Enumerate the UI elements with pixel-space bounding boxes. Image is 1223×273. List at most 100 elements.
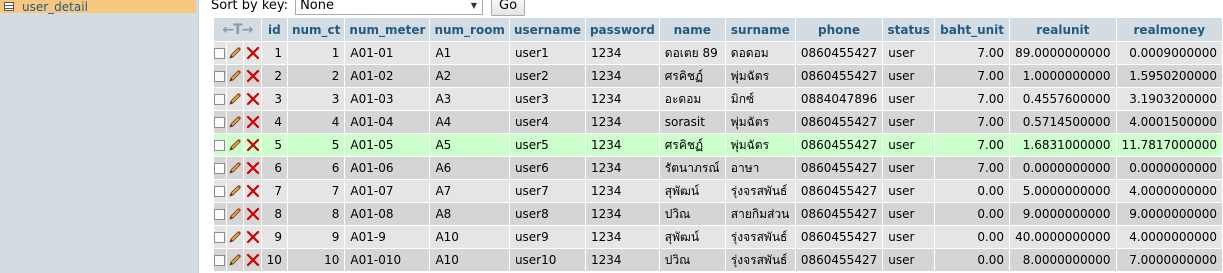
cell-realmoney: 11.7817000000 (1116, 134, 1222, 156)
row-checkbox[interactable] (214, 163, 226, 174)
cell-baht-unit: 0.00 (935, 249, 1010, 271)
table-row[interactable]: 7 7 A01-07 A7 user7 1234 สุพัฒน์ รุ่งจรสพันธ์ 08… (214, 180, 1222, 202)
cell-realunit: 8.0000000000 (1010, 249, 1116, 271)
delete-x-icon[interactable] (245, 68, 261, 84)
table-icon (4, 2, 14, 11)
pencil-edit-icon[interactable] (227, 183, 243, 199)
delete-x-icon[interactable] (245, 206, 261, 222)
table-row[interactable]: 3 3 A01-03 A3 user3 1234 อะดอม มิกซ์ 0884047896 u… (214, 88, 1222, 110)
row-checkbox[interactable] (214, 140, 226, 151)
row-checkbox[interactable] (214, 255, 226, 266)
table-row[interactable]: 4 4 A01-04 A4 user4 1234 sorasit พุ่มฉัตร 086045… (214, 111, 1222, 133)
column-header-num-ct[interactable]: num_ct (287, 18, 345, 41)
column-header-realunit[interactable]: realunit (1010, 18, 1116, 41)
cell-username: user3 (509, 88, 585, 110)
row-checkbox[interactable] (214, 232, 226, 243)
cell-phone: 0860455427 (795, 226, 883, 248)
cell-surname: รุ่งจรสพันธ์ (725, 180, 795, 202)
column-header-name[interactable]: name (659, 18, 725, 41)
cell-realunit: 0.4557600000 (1010, 88, 1116, 110)
row-checkbox[interactable] (214, 48, 226, 59)
delete-x-icon[interactable] (245, 229, 261, 245)
column-arrows-header[interactable]: ←T→ (214, 18, 261, 41)
row-edit-cell (226, 226, 244, 248)
cell-num-room: A6 (430, 157, 509, 179)
table-row[interactable]: 10 10 A01-010 A10 user10 1234 ปวิณ รุ่งจรสพันธ์… (214, 249, 1222, 271)
column-header-surname[interactable]: surname (725, 18, 795, 41)
cell-username: user7 (509, 180, 585, 202)
pencil-edit-icon[interactable] (227, 137, 243, 153)
cell-password: 1234 (585, 111, 659, 133)
row-edit-cell (226, 65, 244, 87)
cell-realmoney: 3.1903200000 (1116, 88, 1222, 110)
sort-key-select[interactable]: None ▼ (295, 0, 484, 15)
row-select-cell (214, 134, 226, 156)
cell-num-ct: 4 (287, 111, 345, 133)
row-edit-cell (226, 134, 244, 156)
cell-username: user6 (509, 157, 585, 179)
column-header-username[interactable]: username (509, 18, 585, 41)
row-checkbox[interactable] (214, 94, 226, 105)
pencil-edit-icon[interactable] (227, 45, 243, 61)
cell-realunit: 1.0000000000 (1010, 65, 1116, 87)
column-header-num-meter[interactable]: num_meter (345, 18, 430, 41)
table-row[interactable]: 8 8 A01-08 A8 user8 1234 ปวิณ สายกิมส่วน 0860455… (214, 203, 1222, 225)
column-header-password[interactable]: password (585, 18, 659, 41)
pencil-edit-icon[interactable] (227, 114, 243, 130)
row-select-cell (214, 226, 226, 248)
cell-num-meter: A01-06 (345, 157, 430, 179)
pencil-edit-icon[interactable] (227, 91, 243, 107)
row-delete-cell (244, 157, 261, 179)
sidebar-item-user-detail[interactable]: user_detail (0, 0, 196, 14)
cell-realunit: 5.0000000000 (1010, 180, 1116, 202)
cell-phone: 0860455427 (795, 180, 883, 202)
cell-num-room: A1 (430, 42, 509, 64)
cell-username: user9 (509, 226, 585, 248)
cell-num-meter: A01-010 (345, 249, 430, 271)
delete-x-icon[interactable] (245, 91, 261, 107)
table-row[interactable]: 2 2 A01-02 A2 user2 1234 ศรคิชฏ์ พุ่มฉัตร 086045… (214, 65, 1222, 87)
cell-status: user (883, 111, 935, 133)
table-row[interactable]: 1 1 A01-01 A1 user1 1234 ดอเตย 89 ดอดอม 08604554… (214, 42, 1222, 64)
pencil-edit-icon[interactable] (227, 252, 243, 268)
delete-x-icon[interactable] (245, 160, 261, 176)
cell-realunit: 9.0000000000 (1010, 203, 1116, 225)
cell-name: สุพัฒน์ (659, 226, 725, 248)
cell-num-room: A7 (430, 180, 509, 202)
cell-realmoney: 4.0001500000 (1116, 111, 1222, 133)
delete-x-icon[interactable] (245, 114, 261, 130)
column-header-num-room[interactable]: num_room (430, 18, 509, 41)
table-row[interactable]: 9 9 A01-9 A10 user9 1234 สุพัฒน์ รุ่งจรสพันธ์ 08… (214, 226, 1222, 248)
pencil-edit-icon[interactable] (227, 229, 243, 245)
column-header-baht-unit[interactable]: baht_unit (935, 18, 1010, 41)
table-row[interactable]: 6 6 A01-06 A6 user6 1234 รัตนาภรณ์ อาษา 08604554… (214, 157, 1222, 179)
delete-x-icon[interactable] (245, 137, 261, 153)
cell-status: user (883, 134, 935, 156)
delete-x-icon[interactable] (245, 252, 261, 268)
row-select-cell (214, 180, 226, 202)
delete-x-icon[interactable] (245, 183, 261, 199)
row-checkbox[interactable] (214, 71, 226, 82)
row-checkbox[interactable] (214, 209, 226, 220)
cell-name: ปวิณ (659, 249, 725, 271)
row-select-cell (214, 157, 226, 179)
cell-id: 8 (261, 203, 287, 225)
column-header-realmoney[interactable]: realmoney (1116, 18, 1222, 41)
cell-username: user10 (509, 249, 585, 271)
delete-x-icon[interactable] (245, 45, 261, 61)
cell-surname: มิกซ์ (725, 88, 795, 110)
row-checkbox[interactable] (214, 186, 226, 197)
cell-num-ct: 8 (287, 203, 345, 225)
cell-baht-unit: 7.00 (935, 42, 1010, 64)
table-row[interactable]: 5 5 A01-05 A5 user5 1234 ศรคิชฏ์ พุ่มฉัตร 086045… (214, 134, 1222, 156)
column-header-phone[interactable]: phone (795, 18, 883, 41)
column-header-id[interactable]: id (261, 18, 287, 41)
pencil-edit-icon[interactable] (227, 68, 243, 84)
row-checkbox[interactable] (214, 117, 226, 128)
column-header-status[interactable]: status (883, 18, 935, 41)
row-edit-cell (226, 249, 244, 271)
pencil-edit-icon[interactable] (227, 160, 243, 176)
cell-num-room: A10 (430, 249, 509, 271)
pencil-edit-icon[interactable] (227, 206, 243, 222)
go-button[interactable]: Go (491, 0, 526, 16)
